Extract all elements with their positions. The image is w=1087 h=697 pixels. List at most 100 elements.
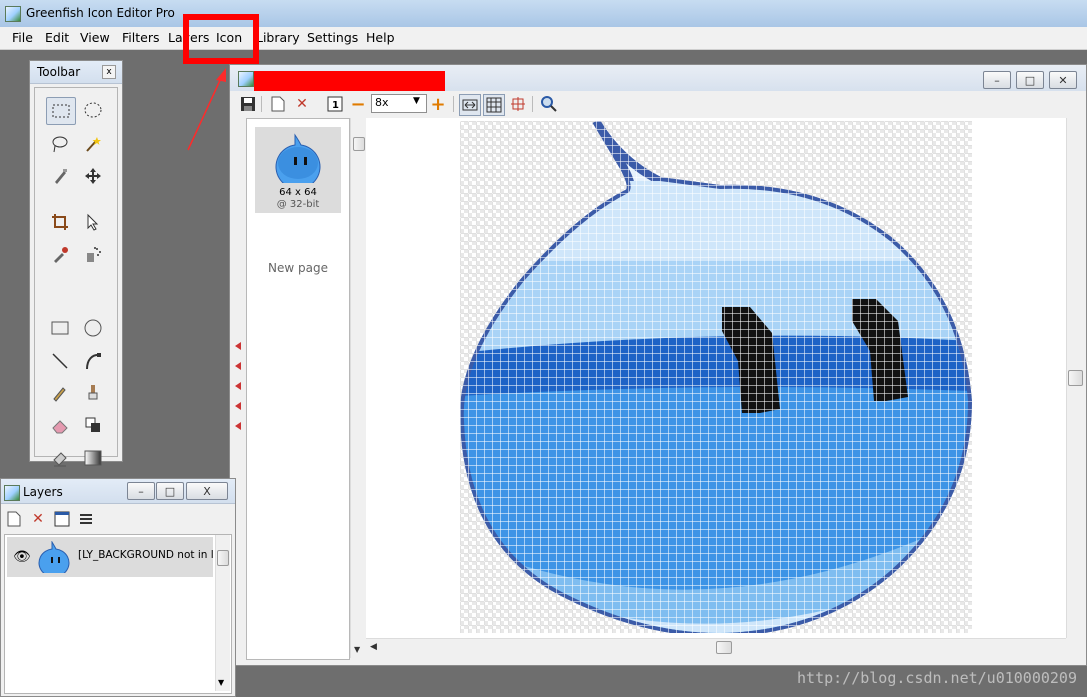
fit-width-icon[interactable] xyxy=(459,94,481,116)
merge-layers-icon[interactable] xyxy=(76,509,96,529)
line-icon[interactable] xyxy=(46,348,74,374)
redacted-document-name xyxy=(254,71,445,91)
ellipse-icon[interactable] xyxy=(79,315,107,341)
layers-toolbar: ✕ xyxy=(1,507,235,531)
page-thumbnail[interactable]: 64 x 64 @ 32-bit xyxy=(255,127,341,213)
new-layer-icon[interactable] xyxy=(4,509,24,529)
layer-marker-icon xyxy=(235,362,241,370)
delete-layer-icon[interactable]: ✕ xyxy=(28,509,48,529)
spray-icon[interactable] xyxy=(79,241,107,267)
toolbar-separator xyxy=(453,96,454,112)
menu-library[interactable]: Library xyxy=(256,30,300,45)
clone-icon[interactable] xyxy=(79,412,107,438)
document-toolbar: ✕ 1 − 8x ▼ + xyxy=(230,91,1086,117)
title-bar: Greenfish Icon Editor Pro xyxy=(0,0,1087,27)
annotation-arrow xyxy=(187,68,226,151)
page-depth-label: @ 32-bit xyxy=(276,199,320,210)
canvas-vertical-scrollbar[interactable] xyxy=(1066,118,1085,638)
picker-pen-icon[interactable] xyxy=(46,163,74,189)
pixel-canvas[interactable] xyxy=(460,121,972,633)
chevron-down-icon: ▼ xyxy=(413,96,420,106)
pointer-icon[interactable] xyxy=(79,209,107,235)
layer-marker-icon xyxy=(235,422,241,430)
layer-properties-icon[interactable] xyxy=(52,509,72,529)
toolbar-panel: Toolbar x xyxy=(29,60,123,467)
zoom-out-icon[interactable]: − xyxy=(348,94,368,115)
layers-maximize-button[interactable]: □ xyxy=(156,482,184,500)
eraser-icon[interactable] xyxy=(46,412,74,438)
new-page-icon[interactable] xyxy=(268,94,288,114)
layers-close-button[interactable]: X xyxy=(186,482,228,500)
menu-filters[interactable]: Filters xyxy=(122,30,159,45)
eyedropper-icon[interactable] xyxy=(46,241,74,267)
layers-panel: Layers – □ X ✕ 👁 [LY_BACKGROUND not in l… xyxy=(0,478,236,697)
watermark: http://blog.csdn.net/u010000209 xyxy=(797,669,1077,687)
canvas-h-scroll-thumb[interactable] xyxy=(716,641,732,654)
menu-settings[interactable]: Settings xyxy=(307,30,358,45)
toolbar-close-button[interactable]: x xyxy=(102,65,116,79)
save-icon[interactable] xyxy=(238,94,258,114)
document-title-bar: – □ ✕ xyxy=(230,65,1086,91)
annotation-highlight-box xyxy=(183,14,259,64)
doc-close-button[interactable]: ✕ xyxy=(1049,71,1077,89)
rectangle-icon[interactable] xyxy=(46,315,74,341)
layer-name: [LY_BACKGROUND not in lar xyxy=(78,549,213,561)
menu-file[interactable]: File xyxy=(12,30,33,45)
svg-text:1: 1 xyxy=(332,100,339,111)
menu-bar: File Edit View Filters Layers Icon Libra… xyxy=(0,27,1087,50)
canvas-horizontal-scrollbar[interactable]: ◀ xyxy=(366,638,1066,657)
gradient-icon[interactable] xyxy=(79,445,107,471)
zoom-in-icon[interactable]: + xyxy=(428,94,448,115)
toolbar-panel-title: Toolbar xyxy=(37,65,81,79)
doc-minimize-button[interactable]: – xyxy=(983,71,1011,89)
brush-icon[interactable] xyxy=(79,380,107,406)
one-to-one-icon[interactable]: 1 xyxy=(325,94,345,114)
search-icon[interactable] xyxy=(539,94,559,114)
layers-panel-icon xyxy=(4,485,20,501)
lasso-icon[interactable] xyxy=(46,131,74,157)
rect-select-icon[interactable] xyxy=(46,97,76,125)
grid-toggle-icon[interactable] xyxy=(483,94,505,116)
doc-maximize-button[interactable]: □ xyxy=(1016,71,1044,89)
canvas-v-scroll-thumb[interactable] xyxy=(1068,370,1083,386)
layer-marker-icon xyxy=(235,402,241,410)
menu-edit[interactable]: Edit xyxy=(45,30,69,45)
layers-scroll-thumb[interactable] xyxy=(217,550,229,566)
ellipse-select-icon[interactable] xyxy=(79,97,107,123)
layers-minimize-button[interactable]: – xyxy=(127,482,155,500)
new-page-label[interactable]: New page xyxy=(247,261,349,275)
layer-marker-icon xyxy=(235,382,241,390)
stamp-icon[interactable] xyxy=(46,445,74,471)
layer-row[interactable]: 👁 [LY_BACKGROUND not in lar xyxy=(7,537,213,577)
zoom-select[interactable]: 8x ▼ xyxy=(371,94,427,113)
page-size-label: 64 x 64 xyxy=(279,187,317,198)
page-list-scroll-thumb[interactable] xyxy=(353,137,365,151)
droplet-thumbnail-icon xyxy=(275,133,321,183)
crop-icon[interactable] xyxy=(46,209,74,235)
menu-view[interactable]: View xyxy=(80,30,110,45)
canvas-area xyxy=(366,118,1066,638)
scroll-left-arrow-icon[interactable]: ◀ xyxy=(370,642,377,652)
toolbar-panel-header: Toolbar x xyxy=(30,61,122,84)
layers-panel-header: Layers – □ X xyxy=(1,479,235,504)
pencil-icon[interactable] xyxy=(46,380,74,406)
eye-icon[interactable]: 👁 xyxy=(13,549,31,565)
center-guides-icon[interactable] xyxy=(508,94,528,114)
layer-marker-icon xyxy=(235,342,241,350)
magic-wand-icon[interactable] xyxy=(79,131,107,157)
document-icon xyxy=(238,71,254,87)
page-list: 64 x 64 @ 32-bit New page xyxy=(246,118,350,660)
scroll-down-arrow-icon[interactable]: ▼ xyxy=(354,645,360,654)
toolbar-separator xyxy=(261,96,262,112)
scroll-down-arrow-icon[interactable]: ▼ xyxy=(218,678,224,687)
move-icon[interactable] xyxy=(79,163,107,189)
menu-help[interactable]: Help xyxy=(366,30,395,45)
layers-panel-title: Layers xyxy=(23,485,63,499)
zoom-value: 8x xyxy=(375,96,389,109)
layers-scrollbar[interactable]: ▼ xyxy=(215,535,230,691)
window-title: Greenfish Icon Editor Pro xyxy=(26,6,175,20)
curve-icon[interactable] xyxy=(79,348,107,374)
document-window: – □ ✕ ✕ 1 − 8x ▼ + 64 x 64 @ 32-bit New … xyxy=(229,64,1087,666)
page-list-scrollbar[interactable]: ▼ xyxy=(350,118,367,658)
delete-page-icon[interactable]: ✕ xyxy=(292,94,312,114)
